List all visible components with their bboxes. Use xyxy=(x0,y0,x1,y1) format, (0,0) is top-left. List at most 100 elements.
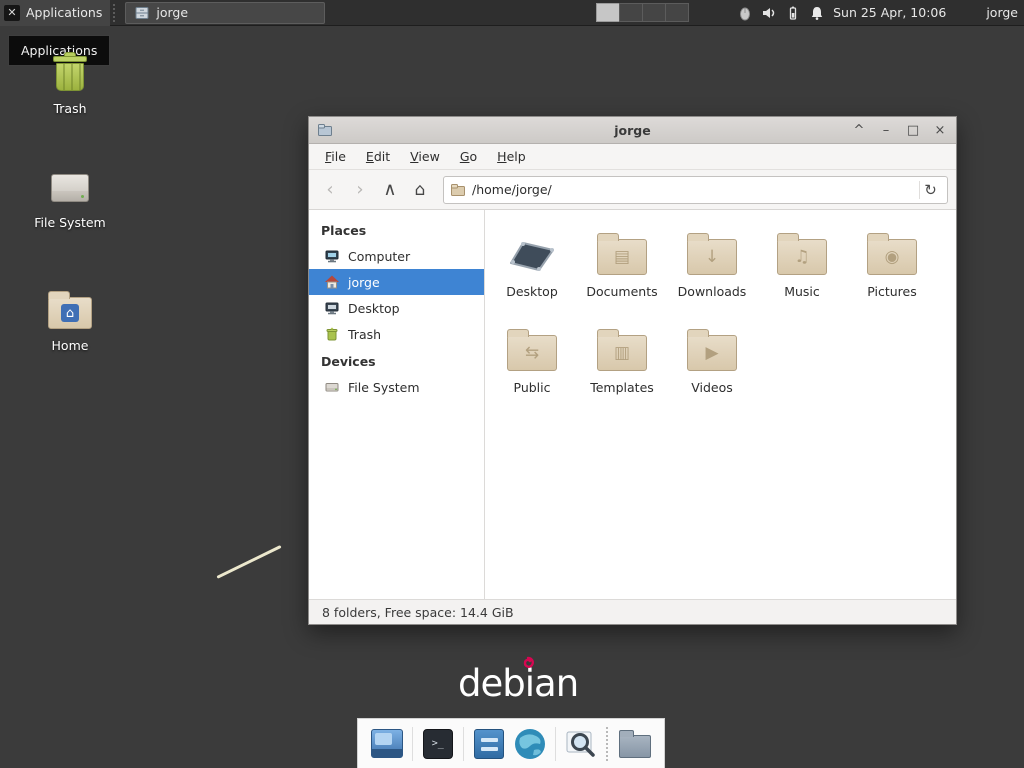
house-icon: ⌂ xyxy=(61,304,79,322)
taskbar-window-button[interactable]: jorge xyxy=(125,2,325,24)
file-manager-icon xyxy=(474,729,504,759)
file-item-templates[interactable]: ▥ Templates xyxy=(577,325,667,421)
workspace-2[interactable] xyxy=(619,3,643,22)
menu-view[interactable]: View xyxy=(400,145,450,168)
dock-handle xyxy=(606,727,610,761)
folder-icon: ▶ xyxy=(687,335,737,371)
mouse-icon[interactable] xyxy=(737,5,753,21)
file-item-downloads[interactable]: ↓ Downloads xyxy=(667,229,757,325)
terminal-launcher[interactable] xyxy=(421,727,455,761)
templates-emblem-icon: ▥ xyxy=(598,336,646,370)
folder-icon: ♫ xyxy=(777,239,827,275)
home-button[interactable]: ⌂ xyxy=(407,177,433,203)
taskbar-window-title: jorge xyxy=(156,5,188,20)
applications-menu-button[interactable]: Applications xyxy=(0,0,110,26)
public-emblem-icon: ⇆ xyxy=(508,336,556,370)
file-label: Pictures xyxy=(867,284,917,299)
menu-file[interactable]: File xyxy=(315,145,356,168)
path-folder-icon xyxy=(450,182,466,198)
web-browser-launcher[interactable] xyxy=(513,727,547,761)
file-item-desktop[interactable]: Desktop xyxy=(487,229,577,325)
trash-icon xyxy=(324,326,340,342)
sidebar-devices-header: Devices xyxy=(309,347,484,374)
videos-emblem-icon: ▶ xyxy=(688,336,736,370)
back-button[interactable]: ‹ xyxy=(317,177,343,203)
folder-launcher[interactable] xyxy=(618,727,652,761)
menubar: File Edit View Go Help xyxy=(309,144,956,170)
path-text[interactable]: /home/jorge/ xyxy=(472,182,913,197)
workspace-1[interactable] xyxy=(596,3,620,22)
file-item-public[interactable]: ⇆ Public xyxy=(487,325,577,421)
sidebar-item-label: File System xyxy=(348,380,420,395)
sidebar-item-trash[interactable]: Trash xyxy=(309,321,484,347)
desktop-icon-label: Home xyxy=(52,338,89,353)
desktop-icon-home[interactable]: ⌂ Home xyxy=(18,290,122,353)
sidebar-item-filesystem[interactable]: File System xyxy=(309,374,484,400)
forward-button[interactable]: › xyxy=(347,177,373,203)
workspace-3[interactable] xyxy=(642,3,666,22)
battery-icon[interactable] xyxy=(785,5,801,21)
toolbar: ‹ › ∧ ⌂ /home/jorge/ ↻ xyxy=(309,170,956,210)
music-emblem-icon: ♫ xyxy=(778,240,826,274)
menu-go[interactable]: Go xyxy=(450,145,487,168)
file-label: Downloads xyxy=(678,284,747,299)
folder-icon: ⇆ xyxy=(507,335,557,371)
desktop-icon-label: Trash xyxy=(53,101,86,116)
close-button[interactable]: × xyxy=(932,123,948,138)
folder-icon: ▥ xyxy=(597,335,647,371)
file-label: Music xyxy=(784,284,820,299)
sidebar-item-label: Computer xyxy=(348,249,410,264)
file-item-videos[interactable]: ▶ Videos xyxy=(667,325,757,421)
sidebar-item-label: Trash xyxy=(348,327,381,342)
drive-icon xyxy=(49,170,91,206)
dock-separator xyxy=(412,727,413,761)
home-folder-icon: ⌂ xyxy=(48,297,92,329)
top-panel: Applications jorge Sun 25 Apr, 10:06 jor… xyxy=(0,0,1024,26)
folder-icon: ▤ xyxy=(597,239,647,275)
menu-edit[interactable]: Edit xyxy=(356,145,400,168)
file-manager-window: jorge ^ – □ × File Edit View Go Help ‹ ›… xyxy=(308,116,957,625)
wallpaper-line-artifact xyxy=(216,545,281,578)
desk-icon xyxy=(506,233,558,275)
file-item-music[interactable]: ♫ Music xyxy=(757,229,847,325)
file-manager-launcher[interactable] xyxy=(472,727,506,761)
shade-button[interactable]: ^ xyxy=(851,123,867,138)
file-item-documents[interactable]: ▤ Documents xyxy=(577,229,667,325)
sidebar-item-jorge[interactable]: jorge xyxy=(309,269,484,295)
sidebar-item-label: jorge xyxy=(348,275,380,290)
volume-icon[interactable] xyxy=(761,5,777,21)
sidebar-item-desktop[interactable]: Desktop xyxy=(309,295,484,321)
maximize-button[interactable]: □ xyxy=(905,123,921,138)
debian-logo: debian xyxy=(458,662,578,705)
dock-separator xyxy=(463,727,464,761)
show-desktop-button[interactable] xyxy=(370,727,404,761)
taskbar-window-icon xyxy=(134,5,150,21)
panel-clock[interactable]: Sun 25 Apr, 10:06 xyxy=(833,5,946,20)
up-button[interactable]: ∧ xyxy=(377,177,403,203)
file-label: Templates xyxy=(590,380,654,395)
desktop-icon xyxy=(324,300,340,316)
app-finder-launcher[interactable] xyxy=(564,727,598,761)
system-tray xyxy=(737,5,825,21)
file-item-pictures[interactable]: ◉ Pictures xyxy=(847,229,937,325)
notifications-bell-icon[interactable] xyxy=(809,5,825,21)
titlebar[interactable]: jorge ^ – □ × xyxy=(309,117,956,144)
menu-help[interactable]: Help xyxy=(487,145,536,168)
sidebar-places-header: Places xyxy=(309,216,484,243)
workspace-4[interactable] xyxy=(665,3,689,22)
sidebar-item-computer[interactable]: Computer xyxy=(309,243,484,269)
desktop-icon-filesystem[interactable]: File System xyxy=(18,170,122,230)
desktop-icon-label: File System xyxy=(34,215,106,230)
magnifier-icon xyxy=(566,729,596,759)
file-label: Public xyxy=(514,380,551,395)
reload-icon[interactable]: ↻ xyxy=(919,181,941,199)
sidebar-item-label: Desktop xyxy=(348,301,400,316)
file-pane: Desktop ▤ Documents ↓ Downloads ♫ Music … xyxy=(485,210,956,599)
pictures-emblem-icon: ◉ xyxy=(868,240,916,274)
panel-username[interactable]: jorge xyxy=(986,5,1018,20)
location-bar[interactable]: /home/jorge/ ↻ xyxy=(443,176,948,204)
minimize-button[interactable]: – xyxy=(878,123,894,138)
home-icon xyxy=(324,274,340,290)
debian-swirl-icon xyxy=(518,655,536,673)
desktop-icon-trash[interactable]: Trash xyxy=(18,52,122,116)
